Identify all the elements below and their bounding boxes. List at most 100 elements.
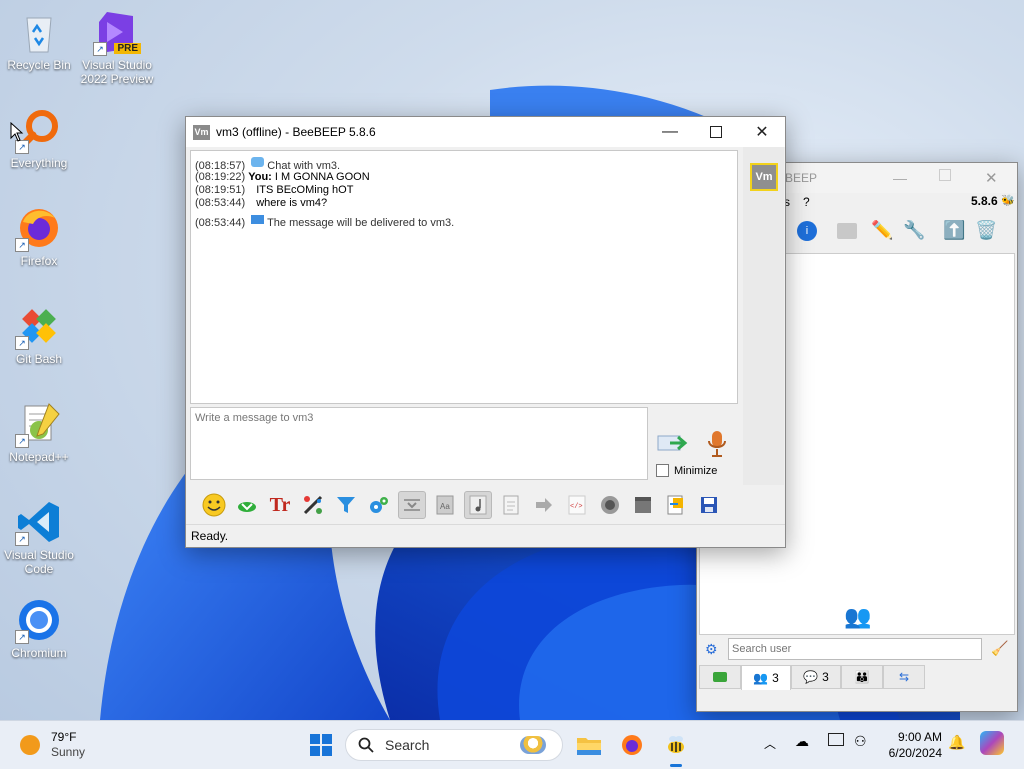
screenshot-button[interactable]	[596, 491, 624, 519]
status-text: Ready.	[191, 529, 229, 543]
network-tray-icon[interactable]: ☁	[795, 733, 809, 750]
main-window-title: BEEP	[785, 171, 818, 185]
app-icon: Vm	[193, 124, 210, 140]
font-color-button[interactable]	[299, 491, 327, 519]
files-tab-icon: ⇆	[898, 670, 910, 684]
shortcut-arrow-icon: ↗	[93, 42, 107, 56]
show-hidden-icons-button[interactable]: ︿	[764, 735, 776, 752]
beebeep-chat-window[interactable]: Vm vm3 (offline) - BeeBEEP 5.8.6 — ✕ (08…	[185, 116, 786, 548]
mouse-cursor	[10, 122, 24, 142]
update-icon[interactable]: ⬆️	[943, 220, 965, 241]
trash-icon[interactable]: 🗑️	[975, 220, 997, 241]
desktop-icon-git-bash[interactable]: ↗ Git Bash	[1, 302, 77, 366]
search-network-icon[interactable]: 🔧	[903, 220, 925, 241]
green-down-icon	[238, 502, 256, 512]
send-file-button[interactable]	[662, 491, 690, 519]
desktop-icon-firefox[interactable]: ↗ Firefox	[1, 204, 77, 268]
notepad-plus-plus-icon: ↗	[15, 400, 63, 448]
record-voice-button[interactable]	[706, 429, 728, 459]
font-face-button[interactable]: Aa	[431, 491, 459, 519]
search-user-bar: ⚙ 🧹	[697, 637, 1017, 663]
desktop-icon-label: Notepad++	[9, 450, 69, 464]
search-label: Search	[385, 737, 430, 753]
message-input[interactable]	[190, 407, 648, 480]
menu-help[interactable]: ?	[803, 195, 810, 209]
network-status-icon[interactable]: i	[797, 221, 817, 241]
forward-button[interactable]	[530, 491, 558, 519]
minimize-button[interactable]: —	[893, 170, 907, 186]
emoticons-button[interactable]	[200, 491, 228, 519]
music-note-icon	[469, 495, 487, 515]
save-chat-button[interactable]	[497, 491, 525, 519]
taskbar-file-explorer[interactable]	[573, 729, 605, 761]
close-button[interactable]: ✕	[985, 169, 998, 187]
settings-button[interactable]	[365, 491, 393, 519]
taskbar-search[interactable]: Search	[345, 729, 563, 761]
minimize-checkbox[interactable]	[656, 464, 669, 477]
sound-button[interactable]	[464, 491, 492, 519]
bluetooth-tray-icon[interactable]: ⚇	[854, 733, 867, 750]
send-message-button[interactable]	[656, 431, 690, 457]
calendar-button[interactable]	[629, 491, 657, 519]
maximize-button[interactable]	[939, 169, 951, 181]
user-avatar[interactable]: Vm	[750, 163, 778, 191]
gears-icon	[370, 497, 388, 513]
calendar-icon	[635, 497, 651, 513]
weather-widget[interactable]: 79°F Sunny	[20, 729, 85, 761]
tab-groups[interactable]: 👪	[841, 665, 883, 689]
chats-tab-count: 3	[822, 670, 829, 684]
gear-icon[interactable]: ⚙	[705, 641, 718, 658]
folder-icon	[577, 738, 601, 755]
collapse-icon	[404, 499, 420, 511]
desktop-icon-notepad-plus-plus[interactable]: ↗ Notepad++	[1, 400, 77, 464]
sun-icon	[20, 735, 40, 755]
font-button[interactable]: Tr	[266, 491, 294, 519]
compact-view-button[interactable]	[398, 491, 426, 519]
edit-status-icon[interactable]: ✏️	[871, 220, 893, 241]
color-pen-icon	[303, 495, 323, 515]
tab-files[interactable]: ⇆	[883, 665, 925, 689]
font-icon: Tr	[269, 493, 291, 516]
maximize-button[interactable]	[693, 117, 739, 147]
message-icon[interactable]	[837, 223, 857, 239]
status-bar: Ready.	[186, 524, 785, 546]
desktop-icon-chromium[interactable]: ↗ Chromium	[1, 596, 77, 660]
close-button[interactable]: ✕	[739, 117, 785, 147]
send-arrow-icon	[657, 435, 688, 451]
show-emoticons-panel-button[interactable]	[233, 491, 261, 519]
shortcut-arrow-icon: ↗	[15, 630, 29, 644]
tab-chat[interactable]	[699, 665, 741, 689]
desktop-icon-recycle-bin[interactable]: Recycle Bin	[1, 8, 77, 72]
envelope-icon	[251, 215, 265, 224]
clear-search-icon[interactable]: 🧹	[991, 640, 1008, 657]
taskbar-firefox[interactable]	[616, 729, 648, 761]
desktop-icon-vscode[interactable]: ↗ Visual Studio Code	[1, 498, 77, 576]
copilot-icon[interactable]	[980, 731, 1004, 755]
search-user-input[interactable]	[728, 638, 982, 660]
desktop-icon-visual-studio-preview[interactable]: PRE ↗ Visual Studio 2022 Preview	[79, 8, 155, 86]
shortcut-arrow-icon: ↗	[15, 140, 29, 154]
minimize-checkbox-row[interactable]: Minimize	[656, 464, 717, 477]
record-icon	[601, 496, 619, 514]
minimize-button[interactable]: —	[647, 117, 693, 147]
filter-button[interactable]	[332, 491, 360, 519]
save-button[interactable]	[695, 491, 723, 519]
clock[interactable]: 9:00 AM 6/20/2024	[880, 729, 942, 761]
start-button[interactable]	[305, 729, 337, 761]
svg-text:Aa: Aa	[440, 502, 450, 511]
chat-line: (08:19:51) ITS BEcOMing hOT	[195, 184, 354, 196]
chat-history[interactable]: (08:18:57) Chat with vm3. (08:19:22) You…	[190, 150, 738, 404]
taskbar-beebeep[interactable]	[660, 729, 692, 767]
chat-line: (08:53:44) The message will be delivered…	[195, 215, 455, 229]
html-button[interactable]: </>	[563, 491, 591, 519]
desktop-icon-label: Firefox	[20, 254, 58, 268]
desktop-icon-label: Visual Studio Code	[4, 548, 74, 576]
tab-chats[interactable]: 💬 3	[791, 665, 841, 689]
tab-users[interactable]: 👥 3	[741, 665, 791, 690]
display-tray-icon[interactable]	[828, 733, 844, 746]
chromium-icon: ↗	[15, 596, 63, 644]
chat-line: (08:53:44) where is vm4?	[195, 197, 328, 209]
notifications-bell-icon[interactable]: 🔔	[948, 734, 965, 751]
desktop-icon-label: Recycle Bin	[7, 58, 71, 72]
chat-window-titlebar[interactable]: Vm vm3 (offline) - BeeBEEP 5.8.6 — ✕	[186, 117, 785, 147]
